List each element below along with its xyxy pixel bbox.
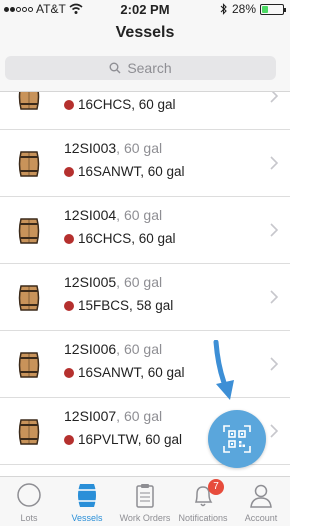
vessel-title: 12SI007, 60 gal: [64, 408, 162, 424]
vessel-row[interactable]: 12SI004, 60 gal 16CHCS, 60 gal: [0, 197, 290, 264]
chevron-right-icon: [270, 290, 278, 304]
barrel-icon: [18, 151, 40, 177]
vessel-lot: 15FBCS, 58 gal: [64, 298, 173, 313]
barrel-icon: [18, 218, 40, 244]
vessel-volume-separator: ,: [116, 207, 124, 223]
tab-bar: Lots Vessels Work Orders 7 Notifications Acco…: [0, 476, 290, 526]
vessel-volume: 60 gal: [123, 341, 163, 357]
vessel-id: 12SI003: [64, 140, 117, 156]
scan-qr-button[interactable]: [208, 410, 266, 468]
lot-label: 16SANWT, 60 gal: [78, 365, 185, 380]
barrel-icon: [18, 92, 40, 110]
vessel-volume: 60 gal: [123, 408, 163, 424]
status-right: 28%: [220, 2, 286, 16]
lot-status-dot: [64, 434, 74, 445]
bluetooth-icon: [220, 3, 227, 15]
chevron-right-icon: [270, 223, 278, 237]
lot-status-dot: [64, 367, 74, 378]
vessel-id: 12SI007: [64, 408, 117, 424]
notification-badge: 7: [208, 479, 224, 495]
chevron-right-icon: [270, 156, 278, 170]
lot-label: 16CHCS, 60 gal: [78, 97, 176, 112]
battery-icon: [260, 3, 286, 15]
vessel-lot: 16CHCS, 60 gal: [64, 231, 176, 246]
chevron-right-icon: [270, 424, 278, 438]
vessel-title: 12SI005, 60 gal: [64, 274, 162, 290]
vessel-lot: 16SANWT, 60 gal: [64, 164, 185, 179]
page-title: Vessels: [115, 24, 175, 41]
barrel-icon: [18, 419, 40, 445]
tab-vessels[interactable]: Vessels: [58, 477, 116, 526]
lot-label: 16PVLTW, 60 gal: [78, 432, 183, 447]
vessel-volume-separator: ,: [116, 341, 124, 357]
vessel-lot: 16PVLTW, 60 gal: [64, 432, 182, 447]
chevron-right-icon: [270, 92, 278, 103]
vessel-id: 12SI004: [64, 207, 117, 223]
tab-work-orders[interactable]: Work Orders: [116, 477, 174, 526]
vessel-row[interactable]: 12SI003, 60 gal 16SANWT, 60 gal: [0, 130, 290, 197]
lot-status-dot: [64, 166, 74, 177]
qr-code-icon: [223, 425, 251, 453]
vessel-title: 12SI003, 60 gal: [64, 140, 162, 156]
tab-notifications[interactable]: 7 Notifications: [174, 477, 232, 526]
tab-account[interactable]: Account: [232, 477, 290, 526]
tab-label: Account: [244, 513, 278, 523]
search-input[interactable]: Search: [5, 56, 276, 80]
app-header: AT&T 2:02 PM 28% Vessels Search: [0, 0, 290, 92]
vessel-volume-separator: ,: [116, 408, 124, 424]
lot-status-dot: [64, 233, 74, 244]
search-icon: [109, 62, 121, 74]
vessel-lot: 16SANWT, 60 gal: [64, 365, 185, 380]
tab-label: Work Orders: [119, 513, 171, 523]
clipboard-icon: [136, 484, 154, 508]
vessel-row[interactable]: 12SI006, 60 gal 16SANWT, 60 gal: [0, 331, 290, 398]
lot-status-dot: [64, 99, 74, 110]
tab-label: Notifications: [178, 513, 228, 523]
lot-label: 16CHCS, 60 gal: [78, 231, 176, 246]
chevron-right-icon: [270, 357, 278, 371]
person-icon: [250, 484, 272, 508]
vessel-id: 12SI006: [64, 341, 117, 357]
lot-label: 16SANWT, 60 gal: [78, 164, 185, 179]
battery-percent: 28%: [231, 2, 256, 16]
vessel-volume-separator: ,: [116, 140, 124, 156]
vessel-id: 12SI005: [64, 274, 117, 290]
lot-label: 15FBCS, 58 gal: [78, 298, 174, 313]
tab-label: Lots: [20, 513, 38, 523]
barrel-icon: [78, 484, 96, 507]
vessel-volume: 60 gal: [123, 207, 163, 223]
vessel-row[interactable]: 12SI002, 60 gal 16CHCS, 60 gal: [0, 92, 290, 130]
search-placeholder: Search: [127, 60, 172, 76]
tab-lots[interactable]: Lots: [0, 477, 58, 526]
vessel-volume-separator: ,: [116, 274, 124, 290]
annotation-arrow-icon: [213, 340, 234, 400]
tab-label: Vessels: [71, 513, 103, 523]
vessel-title: 12SI006, 60 gal: [64, 341, 162, 357]
barrel-icon: [18, 352, 40, 378]
vessel-lot: 16CHCS, 60 gal: [64, 97, 176, 112]
circle-icon: [17, 483, 41, 507]
vessel-volume: 60 gal: [123, 274, 163, 290]
vessel-title: 12SI004, 60 gal: [64, 207, 162, 223]
vessel-volume: 60 gal: [123, 140, 163, 156]
lot-status-dot: [64, 300, 74, 311]
barrel-icon: [18, 285, 40, 311]
vessel-row[interactable]: 12SI005, 60 gal 15FBCS, 58 gal: [0, 264, 290, 331]
status-bar: AT&T 2:02 PM 28%: [0, 0, 290, 18]
